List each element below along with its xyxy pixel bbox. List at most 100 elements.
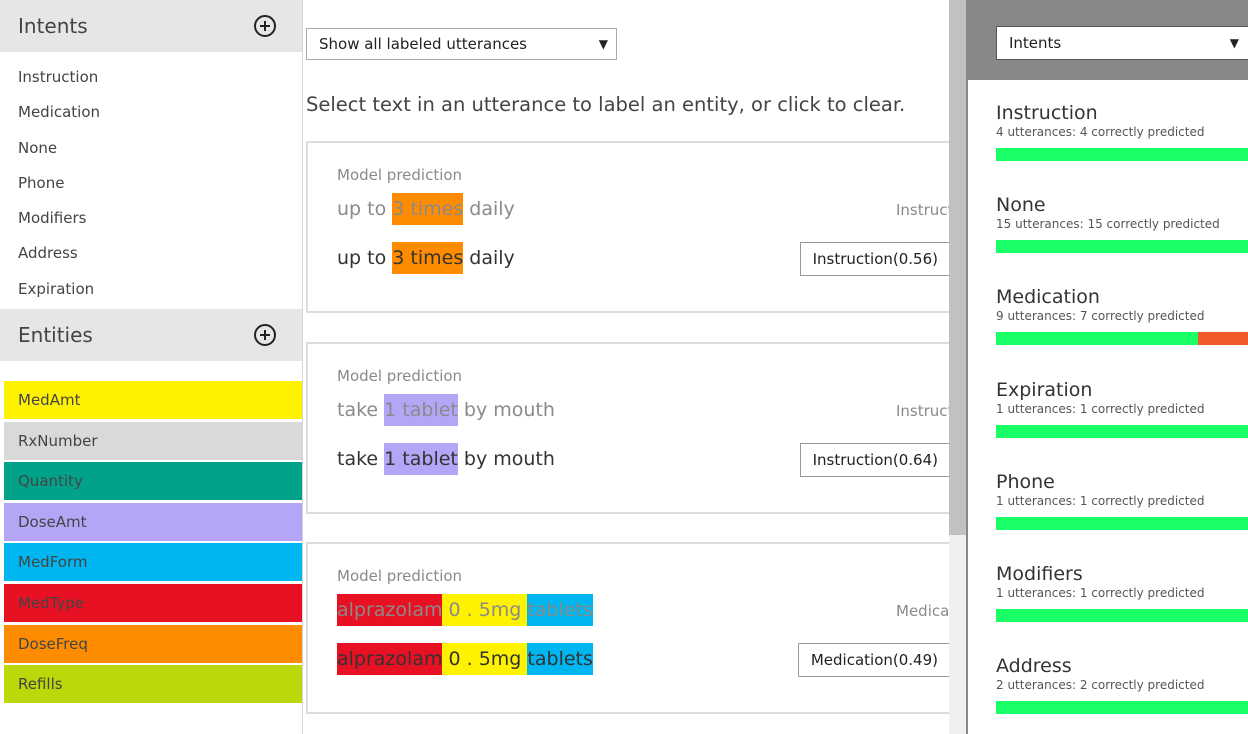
stat-summary: 15 utterances: 15 correctly predicted [996,217,1220,232]
intent-stat-address: Address 2 utterances: 2 correctly predict… [996,655,1248,715]
entity-token[interactable]: alprazolam [337,643,443,675]
intents-title: Intents [18,14,88,38]
entity-item-medamt[interactable]: MedAmt [4,381,302,420]
intent-select-button[interactable]: Instruction(0.64) [799,443,951,477]
intent-stat-medication: Medication 9 utterances: 7 correctly pred… [996,286,1248,346]
entity-item-medform[interactable]: MedForm [4,543,302,582]
stats-type-value: Intents [1009,34,1062,52]
entity-token: 1 tablet [384,394,458,426]
entity-item-refills[interactable]: Refills [4,665,302,704]
entity-token: tablets [527,594,593,626]
accuracy-bar [996,148,1248,161]
intent-stat-expiration: Expiration 1 utterances: 1 correctly pred… [996,379,1248,438]
labeled-utterance[interactable]: alprazolam 0 . 5mg tablets [337,643,593,675]
entity-token[interactable]: 3 times [392,242,464,274]
labeled-utterance[interactable]: up to 3 times daily [337,242,515,274]
model-prediction-label: Model prediction [337,166,463,184]
accuracy-bar-correct-fill [996,424,1248,438]
accuracy-bar-correct-fill [996,609,1248,622]
entity-token[interactable]: tablets [527,643,593,675]
utterance-card: Model prediction take 1 tablet by mouth ta… [306,342,951,514]
entity-token: 0 . 5mg [442,594,528,626]
accuracy-bar-correct-fill [996,240,1248,254]
stat-summary: 1 utterances: 1 correctly predicted [996,493,1205,508]
stat-summary: 9 utterances: 7 correctly predicted [996,309,1205,324]
stat-intent-name: Expiration [996,378,1093,401]
entity-item-medtype[interactable]: MedType [4,584,302,623]
utterance-card: Model prediction alprazolam 0 . 5mg table… [306,542,951,714]
stats-type-select[interactable]: Intents ▼ [996,26,1248,60]
entity-item-rxnumber[interactable]: RxNumber [4,421,302,460]
predicted-utterance: up to 3 times daily [337,193,515,225]
intent-select-button[interactable]: Medication(0.49) [797,643,951,677]
accuracy-bar-correct-fill [996,148,1248,161]
utterance-token[interactable]: daily [463,242,515,274]
utterance-token[interactable]: by mouth [458,443,555,475]
intent-stat-phone: Phone 1 utterances: 1 correctly predicted [996,471,1248,530]
entity-item-doseamt[interactable]: DoseAmt [4,502,302,541]
utterance-token: daily [463,198,515,220]
stat-intent-name: Medication [996,286,1100,309]
entities-title: Entities [18,323,93,348]
center-scrollbar[interactable] [949,0,966,734]
entity-item-dosefreq[interactable]: DoseFreq [4,624,302,663]
entity-token[interactable]: 0 . 5mg [442,643,528,675]
stats-header: Intents ▼ [968,0,1248,80]
intent-item-instruction[interactable]: Instruction [0,60,302,95]
intent-list: Instruction Medication None Phone Modifiers A… [0,52,302,307]
accuracy-bar-correct-fill [996,701,1248,715]
intent-item-modifiers[interactable]: Modifiers [0,201,302,236]
add-intent-plus-icon[interactable] [254,15,276,37]
predicted-intent-label: Medicat [896,602,951,620]
intent-item-phone[interactable]: Phone [0,166,302,201]
accuracy-bar [996,240,1248,254]
entity-token[interactable]: 1 tablet [384,443,458,475]
predicted-utterance: alprazolam 0 . 5mg tablets [337,594,593,626]
model-prediction-label: Model prediction [337,567,463,585]
accuracy-bar [996,332,1248,346]
utterance-filter-value: Show all labeled utterances [319,35,527,53]
left-sidebar: Intents Instruction Medication None Phone Mo… [0,0,303,734]
intent-select-button[interactable]: Instruction(0.56) [799,242,951,276]
intents-header: Intents [0,0,302,52]
accuracy-bar [996,424,1248,438]
entity-item-quantity[interactable]: Quantity [4,462,302,501]
predicted-intent-label: Instruct [896,402,951,420]
stat-summary: 1 utterances: 1 correctly predicted [996,401,1205,416]
predicted-intent-label: Instruct [896,201,951,219]
utterance-filter-select[interactable]: Show all labeled utterances ▼ [306,28,617,60]
utterance-token[interactable]: up to [337,242,392,274]
stat-summary: 1 utterances: 1 correctly predicted [996,586,1205,600]
intent-item-expiration[interactable]: Expiration [0,272,302,307]
entity-token: 3 times [392,193,464,225]
entity-token: alprazolam [337,594,443,626]
utterance-card: Model prediction up to 3 times daily up to… [306,141,951,313]
stat-summary: 2 utterances: 2 correctly predicted [996,678,1205,693]
entity-list: MedAmt RxNumber Quantity DoseAmt MedForm MedT… [0,361,302,704]
add-entity-plus-icon[interactable] [254,324,276,347]
stat-intent-name: Instruction [996,102,1098,124]
stats-panel: Intents ▼ Instruction 4 utterances: 4 cor… [966,0,1248,734]
intent-item-address[interactable]: Address [0,236,302,271]
accuracy-bar [996,516,1248,530]
model-prediction-label: Model prediction [337,367,463,385]
dropdown-arrow-icon: ▼ [598,37,608,51]
utterance-token[interactable]: take [337,443,384,475]
utterance-token: up to [337,198,393,220]
intent-item-medication[interactable]: Medication [0,95,302,130]
intent-stat-modifiers: Modifiers 1 utterances: 1 correctly predi… [996,563,1248,622]
accuracy-bar [996,609,1248,622]
dropdown-arrow-icon: ▼ [1229,36,1239,50]
scrollbar-thumb[interactable] [949,0,966,535]
entities-header: Entities [0,309,302,362]
accuracy-bar-correct-fill [996,332,1199,346]
intent-item-none[interactable]: None [0,131,302,166]
stat-intent-name: Modifiers [996,563,1083,585]
stat-intent-name: Address [996,655,1072,678]
stat-intent-name: None [996,194,1046,217]
accuracy-bar [996,701,1248,715]
labeled-utterance[interactable]: take 1 tablet by mouth [337,443,555,475]
stat-summary: 4 utterances: 4 correctly predicted [996,125,1205,139]
utterance-token: take [337,399,385,421]
accuracy-bar-correct-fill [996,516,1248,530]
